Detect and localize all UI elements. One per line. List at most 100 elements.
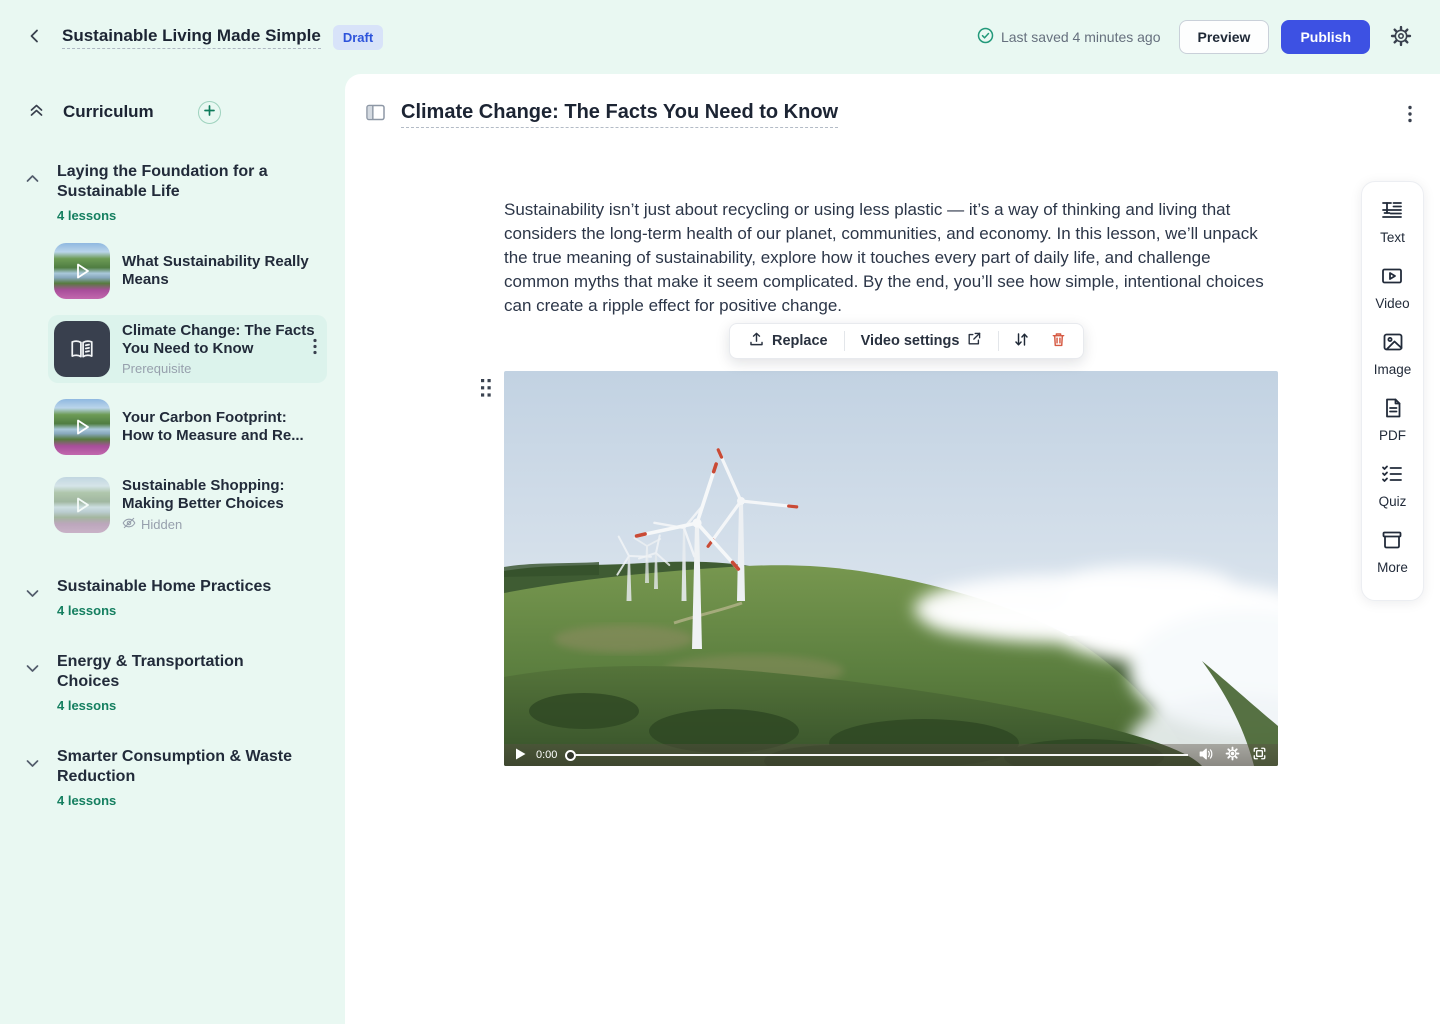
add-quiz-block[interactable]: Quiz xyxy=(1379,462,1407,511)
curriculum-section: Sustainable Home Practices 4 lessons xyxy=(24,577,327,618)
video-settings-button[interactable]: Video settings xyxy=(849,325,995,357)
curriculum-title: Curriculum xyxy=(63,102,154,122)
lesson-title-field[interactable]: Climate Change: The Facts You Need to Kn… xyxy=(401,101,838,128)
add-more-block[interactable]: More xyxy=(1377,528,1408,577)
curriculum-header: Curriculum xyxy=(24,98,327,126)
settings-button[interactable] xyxy=(1386,21,1416,54)
more-blocks-icon xyxy=(1380,528,1404,555)
intro-paragraph[interactable]: Sustainability isn’t just about recyclin… xyxy=(504,198,1278,318)
player-settings-button[interactable] xyxy=(1223,744,1242,766)
chevron-down-icon xyxy=(24,660,41,682)
volume-button[interactable] xyxy=(1196,745,1215,766)
lesson-options-kebab[interactable] xyxy=(1404,101,1416,127)
back-chevron-icon xyxy=(26,27,44,48)
add-video-block[interactable]: Video xyxy=(1375,264,1409,313)
upload-icon xyxy=(748,331,765,352)
preview-button[interactable]: Preview xyxy=(1179,20,1270,54)
delete-block-button[interactable] xyxy=(1040,325,1077,357)
panel-toggle-icon xyxy=(366,104,385,124)
publish-button[interactable]: Publish xyxy=(1281,20,1370,54)
play-icon xyxy=(54,243,110,299)
seek-track xyxy=(576,754,1188,756)
seek-bar[interactable] xyxy=(565,744,1188,766)
course-title-field[interactable]: Sustainable Living Made Simple xyxy=(62,26,321,49)
curriculum-section: Laying the Foundation for a Sustainable … xyxy=(24,162,327,539)
toolbar-divider xyxy=(998,331,999,351)
section-title: Energy & Transportation Choices xyxy=(57,652,307,692)
check-circle-icon xyxy=(977,27,994,47)
section-header-row[interactable]: Energy & Transportation Choices 4 lesson… xyxy=(24,652,327,713)
reorder-arrows-icon xyxy=(1013,331,1030,351)
lesson-subtitle: Prerequisite xyxy=(122,361,321,376)
chevron-down-icon xyxy=(24,755,41,777)
reading-book-icon xyxy=(54,321,110,377)
add-image-block[interactable]: Image xyxy=(1374,330,1412,379)
fullscreen-button[interactable] xyxy=(1250,744,1269,766)
quiz-block-icon xyxy=(1380,462,1404,489)
play-icon xyxy=(54,399,110,455)
lesson-title: What Sustainability Really Means xyxy=(122,253,321,289)
section-header-row[interactable]: Laying the Foundation for a Sustainable … xyxy=(24,162,327,223)
lesson-item[interactable]: What Sustainability Really Means xyxy=(48,237,327,305)
current-time: 0:00 xyxy=(536,749,557,761)
double-chevron-up-icon xyxy=(28,102,45,122)
gear-icon xyxy=(1390,25,1412,50)
chevron-up-icon xyxy=(24,170,41,192)
curriculum-section: Energy & Transportation Choices 4 lesson… xyxy=(24,652,327,713)
add-pdf-block[interactable]: PDF xyxy=(1379,396,1406,445)
video-player[interactable]: 0:00 xyxy=(504,371,1278,766)
course-builder-app: Sustainable Living Made Simple Draft Las… xyxy=(0,0,1440,1024)
section-title: Laying the Foundation for a Sustainable … xyxy=(57,162,307,202)
lesson-item-hidden[interactable]: Sustainable Shopping: Making Better Choi… xyxy=(48,471,327,539)
settings-gear-icon xyxy=(1225,746,1240,764)
seek-handle[interactable] xyxy=(565,750,576,761)
lesson-title: Your Carbon Footprint: How to Measure an… xyxy=(122,409,321,445)
add-text-block[interactable]: Text xyxy=(1380,198,1405,247)
block-drag-handle[interactable] xyxy=(476,374,496,407)
curriculum-sidebar: Curriculum Laying the Foundation for a S… xyxy=(0,74,345,1024)
lesson-header: Climate Change: The Facts You Need to Kn… xyxy=(362,100,1416,128)
reorder-block-button[interactable] xyxy=(1003,325,1040,357)
video-thumbnail-dimmed xyxy=(54,477,110,533)
block-palette: Text Video Image PDF xyxy=(1361,181,1424,601)
external-link-icon xyxy=(966,331,982,351)
video-thumbnail xyxy=(54,399,110,455)
save-status-text: Last saved 4 minutes ago xyxy=(1001,29,1161,45)
trash-icon xyxy=(1050,331,1067,351)
section-lesson-count: 4 lessons xyxy=(57,603,271,618)
collapse-all-button[interactable] xyxy=(24,98,49,126)
video-block-toolbar: Replace Video settings xyxy=(729,323,1084,359)
lesson-title: Sustainable Shopping: Making Better Choi… xyxy=(122,477,321,513)
section-lesson-count: 4 lessons xyxy=(57,793,307,808)
pdf-block-icon xyxy=(1381,396,1405,423)
toggle-sidebar-button[interactable] xyxy=(362,100,389,128)
lesson-kebab-menu[interactable] xyxy=(313,339,317,360)
play-button[interactable] xyxy=(513,746,528,765)
lesson-list: What Sustainability Really Means Climate… xyxy=(48,237,327,539)
lesson-editor-panel: Climate Change: The Facts You Need to Kn… xyxy=(345,74,1440,1024)
add-section-button[interactable] xyxy=(198,101,221,124)
video-thumbnail xyxy=(54,243,110,299)
save-status: Last saved 4 minutes ago xyxy=(977,27,1161,47)
replace-video-button[interactable]: Replace xyxy=(736,325,840,358)
section-title: Smarter Consumption & Waste Reduction xyxy=(57,747,307,787)
lesson-title: Climate Change: The Facts You Need to Kn… xyxy=(122,322,321,358)
toolbar-divider xyxy=(844,331,845,351)
lesson-subtitle: Hidden xyxy=(122,516,321,533)
back-button[interactable] xyxy=(22,23,48,52)
volume-icon xyxy=(1198,747,1213,764)
section-header-row[interactable]: Smarter Consumption & Waste Reduction 4 … xyxy=(24,747,327,808)
image-block-icon xyxy=(1381,330,1405,357)
curriculum-section: Smarter Consumption & Waste Reduction 4 … xyxy=(24,747,327,808)
status-badge: Draft xyxy=(333,25,383,50)
play-icon xyxy=(54,477,110,533)
section-header-row[interactable]: Sustainable Home Practices 4 lessons xyxy=(24,577,327,618)
section-title: Sustainable Home Practices xyxy=(57,577,271,597)
plus-circle-icon xyxy=(203,104,216,120)
fullscreen-icon xyxy=(1252,746,1267,764)
lesson-item-selected[interactable]: Climate Change: The Facts You Need to Kn… xyxy=(48,315,327,383)
play-icon xyxy=(515,748,526,763)
top-bar: Sustainable Living Made Simple Draft Las… xyxy=(0,0,1440,74)
lesson-item[interactable]: Your Carbon Footprint: How to Measure an… xyxy=(48,393,327,461)
eye-off-icon xyxy=(122,516,136,533)
